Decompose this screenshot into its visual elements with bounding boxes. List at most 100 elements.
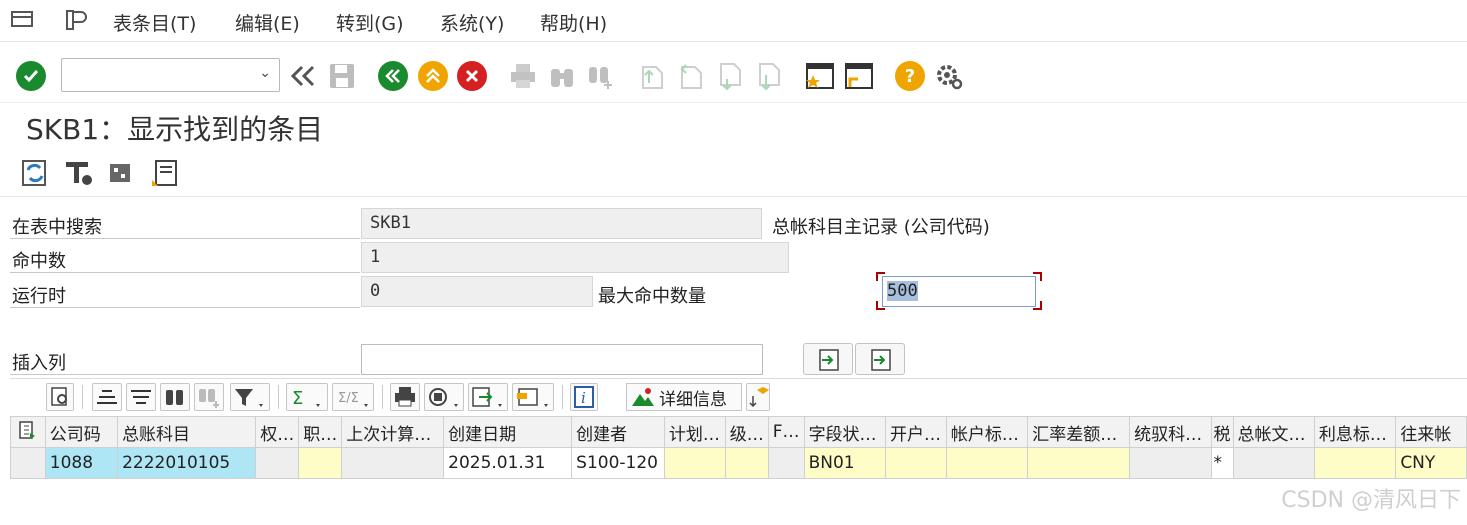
svg-text:Σ: Σ [292, 388, 303, 409]
column-header[interactable]: 公司码 [44, 416, 119, 448]
table-cell[interactable] [767, 447, 805, 479]
print-icon[interactable] [508, 61, 538, 91]
table-cell[interactable] [298, 447, 343, 479]
next-page-icon[interactable] [715, 61, 745, 91]
column-header[interactable]: 总账科目 [117, 416, 257, 448]
prev-page-icon[interactable] [676, 61, 706, 91]
menu-system[interactable]: 系统(Y) [440, 9, 504, 36]
sort-descending-icon[interactable] [126, 383, 156, 411]
menu-goto[interactable]: 转到(G) [336, 9, 404, 36]
enter-icon[interactable] [16, 61, 46, 91]
details-icon[interactable] [46, 383, 74, 411]
find-icon[interactable] [547, 61, 577, 91]
find-next-icon[interactable] [586, 61, 616, 91]
search-table-label: 在表中搜索 [12, 217, 102, 238]
table-cell[interactable]: 1088 [44, 447, 119, 479]
column-header[interactable]: 创建者 [571, 416, 665, 448]
cancel-icon[interactable] [457, 61, 487, 91]
table-cell[interactable] [663, 447, 726, 479]
column-header[interactable]: 统驭科… [1129, 416, 1212, 448]
export-icon[interactable] [468, 383, 508, 411]
select-all-cell[interactable] [10, 416, 46, 448]
detail-info-button[interactable]: 详细信息 [626, 383, 742, 411]
column-header[interactable]: 开户… [884, 416, 947, 448]
table-cell[interactable] [724, 447, 769, 479]
table-cell[interactable] [884, 447, 947, 479]
settings-icon[interactable] [934, 61, 964, 91]
first-page-icon[interactable] [637, 61, 667, 91]
insert-column-button[interactable] [803, 343, 853, 375]
max-hits-label: 最大命中数量 [598, 286, 706, 307]
column-header[interactable]: 税 [1210, 416, 1234, 448]
column-header[interactable]: 帐户标… [945, 416, 1029, 448]
table-cell[interactable]: 2025.01.31 [443, 447, 573, 479]
last-page-icon[interactable] [754, 61, 784, 91]
find-icon[interactable] [160, 383, 190, 411]
create-session-icon[interactable] [805, 61, 835, 91]
command-field[interactable]: ⌄ [61, 58, 280, 92]
table-cell[interactable] [255, 447, 300, 479]
mountain-icon [632, 388, 654, 406]
menu-table-entry[interactable]: 表条目(T) [113, 9, 196, 36]
max-hits-input[interactable]: 500 [882, 276, 1036, 307]
find-next-icon[interactable] [194, 383, 224, 411]
column-header[interactable]: 级… [724, 416, 769, 448]
sort-ascending-icon[interactable] [92, 383, 122, 411]
refresh-icon[interactable] [20, 158, 50, 188]
back-icon[interactable] [378, 61, 408, 91]
column-header[interactable]: 利息标… [1313, 416, 1397, 448]
column-header[interactable]: 字段状… [803, 416, 886, 448]
column-header[interactable]: 创建日期 [443, 416, 573, 448]
table-cell[interactable] [1129, 447, 1212, 479]
column-header[interactable]: 总帐文… [1232, 416, 1315, 448]
table-cell[interactable] [1313, 447, 1397, 479]
customize-layout-icon[interactable] [64, 10, 88, 30]
save-icon[interactable] [327, 61, 357, 91]
row-selector[interactable] [10, 447, 46, 479]
table-cell[interactable]: 2222010105 [117, 447, 257, 479]
table-cell[interactable]: CNY [1395, 447, 1467, 479]
grid-toolbar: Σ Σ/Σ i 详细信息 [10, 378, 1467, 414]
column-header[interactable]: 汇率差额… [1027, 416, 1131, 448]
list-output-icon[interactable] [150, 158, 180, 188]
hits-label: 命中数 [12, 251, 66, 272]
table-settings-icon[interactable] [64, 158, 94, 188]
menu-icon[interactable] [11, 10, 33, 28]
table-cell[interactable]: S100-120 [571, 447, 665, 479]
info-icon[interactable]: i [570, 383, 598, 411]
filter-icon[interactable] [230, 383, 270, 411]
subtotal-icon[interactable]: Σ/Σ [332, 383, 374, 411]
filter-puzzle-icon[interactable] [106, 158, 136, 188]
more-options-icon[interactable] [746, 383, 770, 411]
help-icon[interactable]: ? [895, 61, 925, 91]
runtime-field: 0 [361, 276, 593, 307]
table-cell[interactable]: * [1210, 447, 1234, 479]
column-header[interactable]: 计划… [663, 416, 726, 448]
table-row[interactable]: 1088 2222010105 2025.01.31 S100-120 BN01… [10, 447, 1467, 479]
layout-icon[interactable] [512, 383, 554, 411]
exit-icon[interactable] [418, 61, 448, 91]
select-all-icon[interactable] [17, 420, 37, 440]
column-header[interactable]: F… [767, 416, 805, 448]
views-icon[interactable] [424, 383, 464, 411]
column-header[interactable]: 往来帐 [1395, 416, 1467, 448]
delete-column-button[interactable] [855, 343, 905, 375]
column-header[interactable]: 上次计算… [341, 416, 445, 448]
table-cell[interactable] [1232, 447, 1315, 479]
runtime-label: 运行时 [12, 286, 66, 307]
column-header[interactable]: 职… [298, 416, 343, 448]
menu-help[interactable]: 帮助(H) [540, 9, 607, 36]
column-header[interactable]: 权… [255, 416, 300, 448]
insert-column-input[interactable] [361, 344, 763, 375]
label-underline [10, 374, 360, 375]
back-arrows-icon[interactable] [288, 61, 318, 91]
menu-edit[interactable]: 编辑(E) [235, 9, 300, 36]
table-cell[interactable] [945, 447, 1029, 479]
table-cell[interactable] [1027, 447, 1131, 479]
table-cell[interactable] [341, 447, 445, 479]
table-cell[interactable]: BN01 [803, 447, 886, 479]
chevron-down-icon[interactable]: ⌄ [259, 65, 271, 81]
sum-icon[interactable]: Σ [286, 383, 328, 411]
shortcut-icon[interactable] [844, 61, 874, 91]
print-icon[interactable] [390, 383, 420, 411]
